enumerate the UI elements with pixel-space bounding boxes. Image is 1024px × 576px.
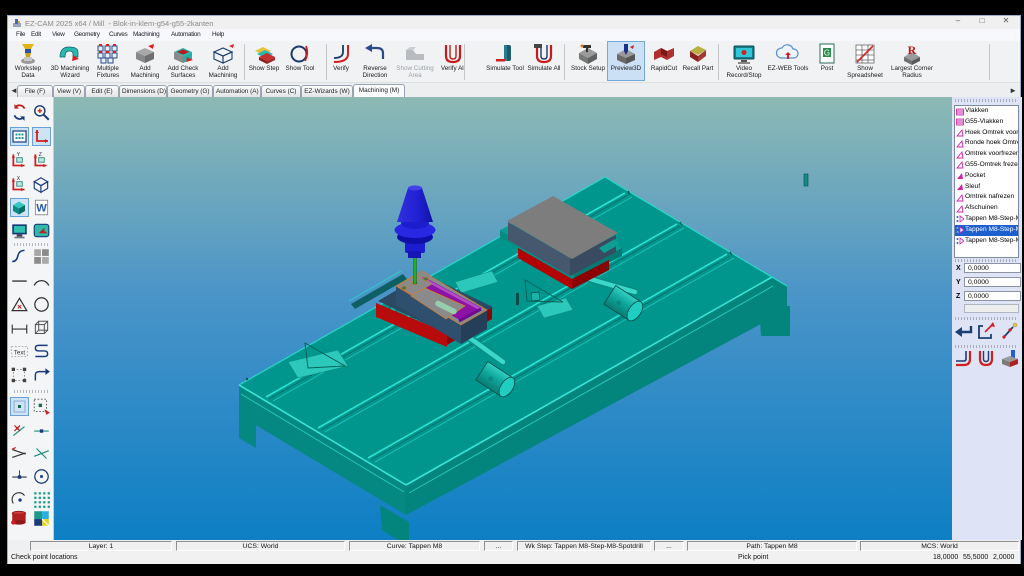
svg-text:G: G — [824, 49, 830, 58]
svg-text:W: W — [36, 202, 47, 214]
svg-text:Y: Y — [17, 152, 21, 158]
svg-text:X: X — [17, 176, 21, 182]
svg-text:Z: Z — [39, 152, 42, 158]
svg-text:Text: Text — [14, 349, 26, 356]
svg-text:R: R — [908, 43, 917, 57]
